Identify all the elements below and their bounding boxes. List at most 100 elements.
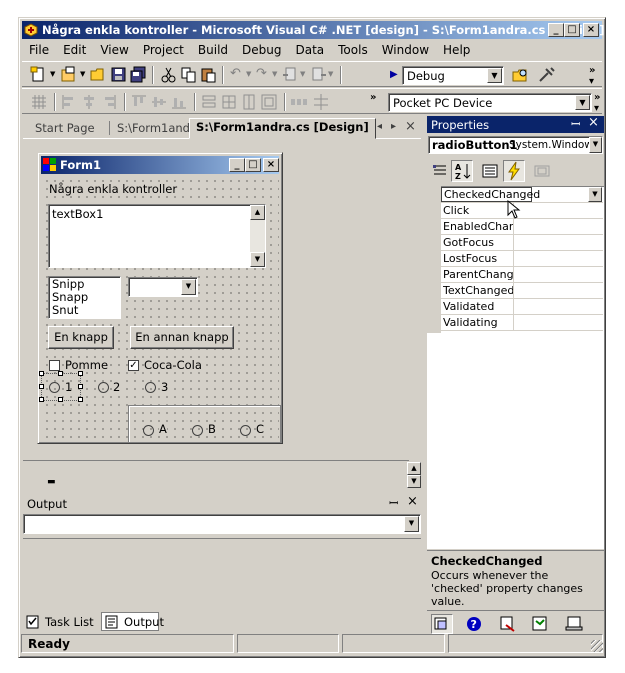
radio-1-label: 1 bbox=[65, 380, 73, 394]
device-toolbar-overflow-icon[interactable]: » ▾ bbox=[594, 92, 601, 114]
listbox1[interactable]: Snipp Snapp Snut bbox=[48, 276, 121, 319]
chevron-down-icon[interactable]: ▼ bbox=[404, 516, 419, 532]
add-item-icon[interactable] bbox=[60, 66, 78, 84]
paste-icon[interactable] bbox=[200, 66, 218, 84]
chevron-down-icon[interactable]: ▼ bbox=[589, 137, 602, 153]
chevron-down-icon[interactable]: ▼ bbox=[575, 95, 590, 110]
vertical-spacing-icon bbox=[312, 93, 330, 111]
menu-view[interactable]: View bbox=[93, 43, 135, 57]
start-debug-icon[interactable]: ▶ bbox=[390, 69, 398, 80]
property-row[interactable]: EnabledChang bbox=[441, 219, 603, 235]
copy-icon[interactable] bbox=[180, 66, 198, 84]
en-knapp-button[interactable]: En knapp bbox=[48, 326, 114, 349]
tab-task-list[interactable]: Task List bbox=[26, 612, 100, 631]
textbox1-scrollbar[interactable]: ▲ ▼ bbox=[250, 205, 265, 267]
property-row[interactable]: GotFocus bbox=[441, 235, 603, 251]
form1-title-bar[interactable]: Form1 _ □ × bbox=[41, 156, 279, 174]
dynamic-help-icon[interactable] bbox=[499, 615, 517, 633]
tab-scroll-right-icon[interactable]: ▸ bbox=[391, 121, 396, 132]
event-name: Validated bbox=[443, 300, 495, 313]
tab-form1andra-design[interactable]: S:\Form1andra.cs [Design] bbox=[189, 118, 376, 139]
scroll-down-icon[interactable]: ▼ bbox=[250, 252, 265, 267]
property-row[interactable]: Click bbox=[441, 203, 603, 219]
save-all-icon[interactable] bbox=[130, 66, 148, 84]
form1-window[interactable]: Form1 _ □ × Några enkla kontroller textB… bbox=[37, 152, 283, 444]
property-row[interactable]: Validating bbox=[441, 315, 603, 331]
target-device-dropdown[interactable]: Pocket PC Device ▼ bbox=[388, 93, 592, 112]
cut-icon[interactable] bbox=[160, 66, 178, 84]
close-icon[interactable]: × bbox=[407, 494, 418, 509]
properties-tab-icon[interactable] bbox=[431, 614, 453, 634]
radio-button-a[interactable] bbox=[143, 425, 154, 436]
menu-edit[interactable]: Edit bbox=[56, 43, 93, 57]
tools-icon[interactable] bbox=[538, 66, 556, 84]
form-maximize-button[interactable]: □ bbox=[245, 158, 261, 172]
menu-tools[interactable]: Tools bbox=[331, 43, 375, 57]
property-row[interactable]: Validated bbox=[441, 299, 603, 315]
open-folder-icon[interactable] bbox=[90, 66, 108, 84]
radio-button-b[interactable] bbox=[192, 425, 203, 436]
solution-config-dropdown[interactable]: Debug ▼ bbox=[402, 66, 504, 85]
help-icon[interactable]: ? bbox=[465, 615, 483, 633]
events-lightning-icon[interactable] bbox=[503, 160, 525, 182]
tab-scroll-left-icon[interactable]: ◂ bbox=[377, 121, 382, 132]
scroll-up-icon[interactable]: ▲ bbox=[250, 205, 265, 220]
component-tray[interactable]: ▬ bbox=[23, 460, 409, 488]
menu-file[interactable]: File bbox=[22, 43, 56, 57]
form-minimize-button[interactable]: _ bbox=[229, 158, 245, 172]
pomme-checkbox[interactable] bbox=[49, 360, 60, 371]
property-row[interactable]: ParentChange bbox=[441, 267, 603, 283]
combobox1[interactable]: ▼ bbox=[128, 277, 198, 297]
radio-group-panel[interactable]: A B C bbox=[128, 405, 281, 443]
output-text-area[interactable] bbox=[23, 538, 421, 610]
tray-scrollbar[interactable]: ▲ ▼ bbox=[407, 462, 421, 488]
tab-output[interactable]: Output bbox=[101, 612, 164, 631]
save-icon[interactable] bbox=[110, 66, 128, 84]
alphabetical-icon[interactable]: AZ bbox=[451, 160, 473, 182]
chevron-down-icon[interactable]: ▼ bbox=[487, 68, 502, 83]
layout-toolbar-overflow-icon[interactable]: » bbox=[370, 92, 377, 103]
server-explorer-icon[interactable] bbox=[565, 615, 583, 633]
menu-help[interactable]: Help bbox=[436, 43, 477, 57]
output-pane-dropdown[interactable]: ▼ bbox=[23, 514, 421, 534]
properties-view-icon[interactable] bbox=[481, 162, 499, 180]
tab-start-page[interactable]: Start Page bbox=[29, 120, 101, 136]
radio-button-c[interactable] bbox=[240, 425, 251, 436]
property-row[interactable]: LostFocus bbox=[441, 251, 603, 267]
label-heading[interactable]: Några enkla kontroller bbox=[49, 182, 178, 196]
radio-button-1[interactable] bbox=[49, 382, 60, 393]
radio-button-2[interactable] bbox=[98, 382, 109, 393]
coca-cola-checkbox[interactable]: ✓ bbox=[128, 360, 139, 371]
property-row[interactable]: TextChanged bbox=[441, 283, 603, 299]
list-item[interactable]: Snut bbox=[52, 304, 78, 317]
close-document-icon[interactable]: × bbox=[405, 119, 416, 134]
chevron-down-icon[interactable]: ▼ bbox=[181, 279, 196, 295]
event-name: EnabledChang bbox=[443, 220, 513, 233]
pin-icon[interactable]: ꟷ bbox=[571, 117, 580, 132]
menu-debug[interactable]: Debug bbox=[235, 43, 288, 57]
chevron-down-icon[interactable]: ▼ bbox=[588, 187, 602, 202]
menu-project[interactable]: Project bbox=[136, 43, 191, 57]
menu-window[interactable]: Window bbox=[375, 43, 436, 57]
radio-button-3[interactable] bbox=[145, 382, 156, 393]
pin-icon[interactable]: ꟷ bbox=[389, 496, 398, 511]
menu-build[interactable]: Build bbox=[191, 43, 235, 57]
form-client-area[interactable]: Några enkla kontroller textBox1 ▲ ▼ Snip… bbox=[39, 175, 281, 443]
form-close-button[interactable]: × bbox=[263, 158, 279, 172]
textbox1[interactable]: textBox1 ▲ ▼ bbox=[48, 204, 266, 268]
object-selector-dropdown[interactable]: radioButton1 System.Windows ▼ bbox=[428, 136, 603, 154]
toolbar-overflow-icon[interactable]: » ▾ bbox=[589, 65, 596, 87]
close-icon[interactable]: × bbox=[588, 115, 599, 130]
menu-data[interactable]: Data bbox=[288, 43, 331, 57]
find-in-files-icon[interactable] bbox=[512, 66, 530, 84]
categorized-icon[interactable] bbox=[431, 162, 449, 180]
output-icon bbox=[105, 615, 119, 629]
class-view-icon[interactable] bbox=[531, 615, 549, 633]
resize-grip-icon[interactable] bbox=[591, 640, 603, 652]
mainmenu-component-icon[interactable]: ▬ bbox=[47, 477, 56, 487]
new-project-icon[interactable] bbox=[30, 66, 48, 84]
minimize-button[interactable]: _ bbox=[548, 23, 564, 37]
close-button[interactable]: × bbox=[583, 23, 599, 37]
en-annan-knapp-button[interactable]: En annan knapp bbox=[130, 326, 234, 349]
maximize-button[interactable]: □ bbox=[564, 23, 580, 37]
